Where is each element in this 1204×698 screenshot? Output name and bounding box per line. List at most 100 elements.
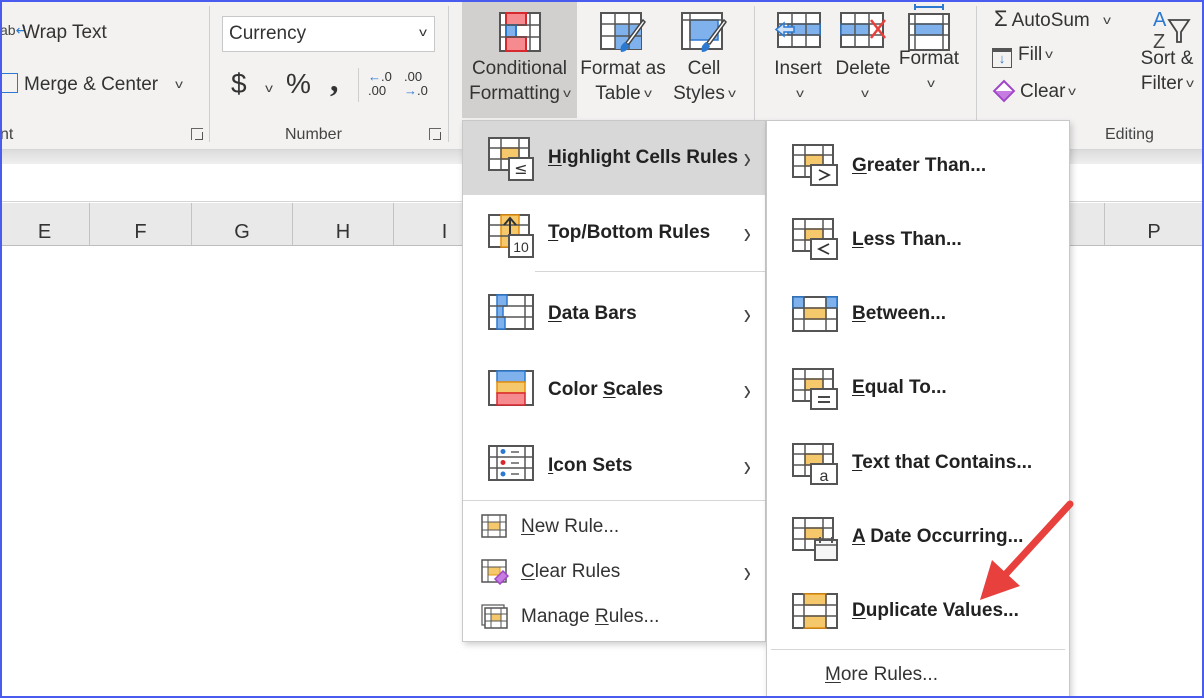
menu-separator bbox=[535, 271, 765, 272]
alignment-dialog-launcher[interactable] bbox=[191, 128, 203, 140]
chevron-right-icon: › bbox=[743, 553, 751, 589]
chevron-down-icon: v bbox=[265, 81, 273, 95]
chevron-down-icon: v bbox=[563, 86, 571, 100]
merge-center-icon bbox=[0, 73, 18, 93]
format-cells-icon bbox=[905, 4, 953, 51]
decrease-decimal-button[interactable]: .00 →.0 bbox=[404, 70, 428, 98]
group-separator bbox=[448, 6, 449, 142]
chevron-down-icon: v bbox=[927, 76, 935, 90]
menu-item-manage-rules[interactable]: Manage Rules... bbox=[463, 595, 765, 639]
chevron-right-icon: › bbox=[743, 371, 751, 407]
menu-item-between[interactable]: Between... bbox=[767, 277, 1069, 351]
fill-button[interactable]: ↓ Fill v bbox=[992, 44, 1053, 68]
greater-than-icon bbox=[791, 143, 839, 187]
chevron-right-icon: › bbox=[743, 214, 751, 250]
chevron-down-icon: v bbox=[175, 77, 184, 91]
format-as-table-button[interactable]: Format as Table v bbox=[578, 0, 668, 118]
menu-item-label: Manage Rules... bbox=[521, 606, 660, 627]
chevron-down-icon: v bbox=[1186, 76, 1195, 90]
clear-rules-icon bbox=[481, 559, 509, 585]
conditional-formatting-icon bbox=[496, 10, 544, 54]
sort-filter-button[interactable]: A Z Sort & Filter v bbox=[1130, 0, 1204, 118]
menu-item-color-scales[interactable]: Color Scales › bbox=[463, 352, 765, 428]
less-than-icon bbox=[791, 217, 839, 261]
chevron-right-icon: › bbox=[743, 447, 751, 483]
number-format-select[interactable]: Currency v bbox=[222, 16, 435, 52]
menu-item-label: Between... bbox=[852, 303, 946, 324]
menu-item-label: Icon Sets bbox=[548, 455, 633, 476]
sort-filter-icon: A Z bbox=[1143, 6, 1191, 53]
icon-sets-icon bbox=[487, 444, 535, 488]
editing-group-label: Editing bbox=[1105, 126, 1154, 143]
column-header-g[interactable]: G bbox=[192, 203, 293, 246]
merge-center-button[interactable]: Merge & Center v bbox=[0, 73, 184, 96]
menu-item-label: Less Than... bbox=[852, 229, 962, 250]
cell-styles-button[interactable]: Cell Styles v bbox=[668, 0, 740, 118]
insert-cells-button[interactable]: Insert v bbox=[768, 0, 828, 118]
delete-cells-icon bbox=[839, 10, 887, 54]
conditional-formatting-button[interactable]: Conditional Formatting v bbox=[462, 0, 577, 118]
date-occurring-icon bbox=[791, 516, 839, 561]
accounting-dropdown[interactable]: v bbox=[262, 78, 273, 100]
comma-style-button[interactable]: , bbox=[330, 62, 339, 100]
chevron-down-icon: v bbox=[861, 86, 869, 100]
svg-text:≤: ≤ bbox=[514, 159, 527, 178]
fill-down-icon: ↓ bbox=[992, 48, 1012, 68]
menu-item-new-rule[interactable]: New Rule... bbox=[463, 505, 765, 549]
menu-item-data-bars[interactable]: Data Bars › bbox=[463, 276, 765, 352]
cell-styles-icon bbox=[680, 10, 728, 54]
increase-decimal-button[interactable]: ←.0.00 bbox=[368, 70, 392, 98]
chevron-down-icon: v bbox=[643, 86, 652, 100]
menu-item-text-that-contains[interactable]: a Text that Contains... bbox=[767, 426, 1069, 500]
menu-item-less-than[interactable]: Less Than... bbox=[767, 203, 1069, 277]
duplicate-values-icon bbox=[791, 592, 839, 636]
menu-item-icon-sets[interactable]: Icon Sets › bbox=[463, 428, 765, 504]
manage-rules-icon bbox=[481, 604, 509, 630]
menu-item-label: Color Scales bbox=[548, 379, 664, 400]
column-header-f[interactable]: F bbox=[90, 203, 192, 246]
column-header-h[interactable]: H bbox=[293, 203, 394, 246]
menu-item-greater-than[interactable]: Greater Than... bbox=[767, 129, 1069, 203]
menu-item-label: New Rule... bbox=[521, 516, 620, 537]
delete-cells-button[interactable]: Delete v bbox=[832, 0, 894, 118]
format-cells-button[interactable]: Format v bbox=[896, 0, 962, 118]
clear-button[interactable]: Clear v bbox=[992, 79, 1077, 103]
wrap-text-button[interactable]: ab↵Wrap Text bbox=[0, 22, 107, 44]
format-as-table-icon bbox=[599, 10, 647, 54]
menu-item-label: More Rules... bbox=[825, 664, 938, 685]
top-bottom-icon: 10 bbox=[487, 213, 535, 258]
annotation-arrow bbox=[970, 498, 1080, 608]
menu-item-label: Greater Than... bbox=[852, 155, 987, 176]
menu-item-label: Clear Rules bbox=[521, 561, 621, 582]
menu-item-highlight-cells-rules[interactable]: ≤ Highlight Cells Rules › bbox=[463, 121, 765, 195]
percent-style-button[interactable]: % bbox=[286, 68, 311, 100]
column-header-e[interactable]: E bbox=[0, 203, 90, 246]
svg-text:10: 10 bbox=[513, 239, 529, 255]
chevron-down-icon: v bbox=[1102, 13, 1111, 27]
menu-item-label: Top/Bottom Rules bbox=[548, 222, 711, 243]
chevron-down-icon: v bbox=[796, 86, 804, 100]
highlight-cells-icon: ≤ bbox=[487, 136, 535, 181]
svg-text:A: A bbox=[1153, 9, 1167, 31]
autosum-button[interactable]: Σ AutoSum v bbox=[994, 6, 1111, 32]
insert-cells-icon bbox=[774, 10, 822, 54]
column-header-p[interactable]: P bbox=[1104, 203, 1204, 246]
menu-item-clear-rules[interactable]: Clear Rules › bbox=[463, 549, 765, 595]
color-scales-icon bbox=[487, 369, 535, 413]
menu-item-label: Text that Contains... bbox=[852, 452, 1033, 473]
number-group-label: Number bbox=[285, 126, 342, 143]
eraser-icon bbox=[992, 79, 1016, 103]
menu-item-label: Highlight Cells Rules bbox=[548, 147, 739, 168]
equal-to-icon bbox=[791, 367, 839, 411]
menu-item-equal-to[interactable]: Equal To... bbox=[767, 351, 1069, 425]
accounting-format-button[interactable]: $ bbox=[231, 68, 247, 100]
new-rule-icon bbox=[481, 514, 509, 540]
menu-item-label: Data Bars bbox=[548, 303, 637, 324]
chevron-down-icon: v bbox=[1068, 84, 1077, 98]
menu-item-top-bottom-rules[interactable]: 10 Top/Bottom Rules › bbox=[463, 195, 765, 271]
separator bbox=[358, 68, 359, 102]
chevron-right-icon: › bbox=[743, 295, 751, 331]
number-dialog-launcher[interactable] bbox=[429, 128, 441, 140]
between-icon bbox=[791, 295, 839, 339]
menu-item-more-rules[interactable]: More Rules... bbox=[767, 653, 1069, 697]
